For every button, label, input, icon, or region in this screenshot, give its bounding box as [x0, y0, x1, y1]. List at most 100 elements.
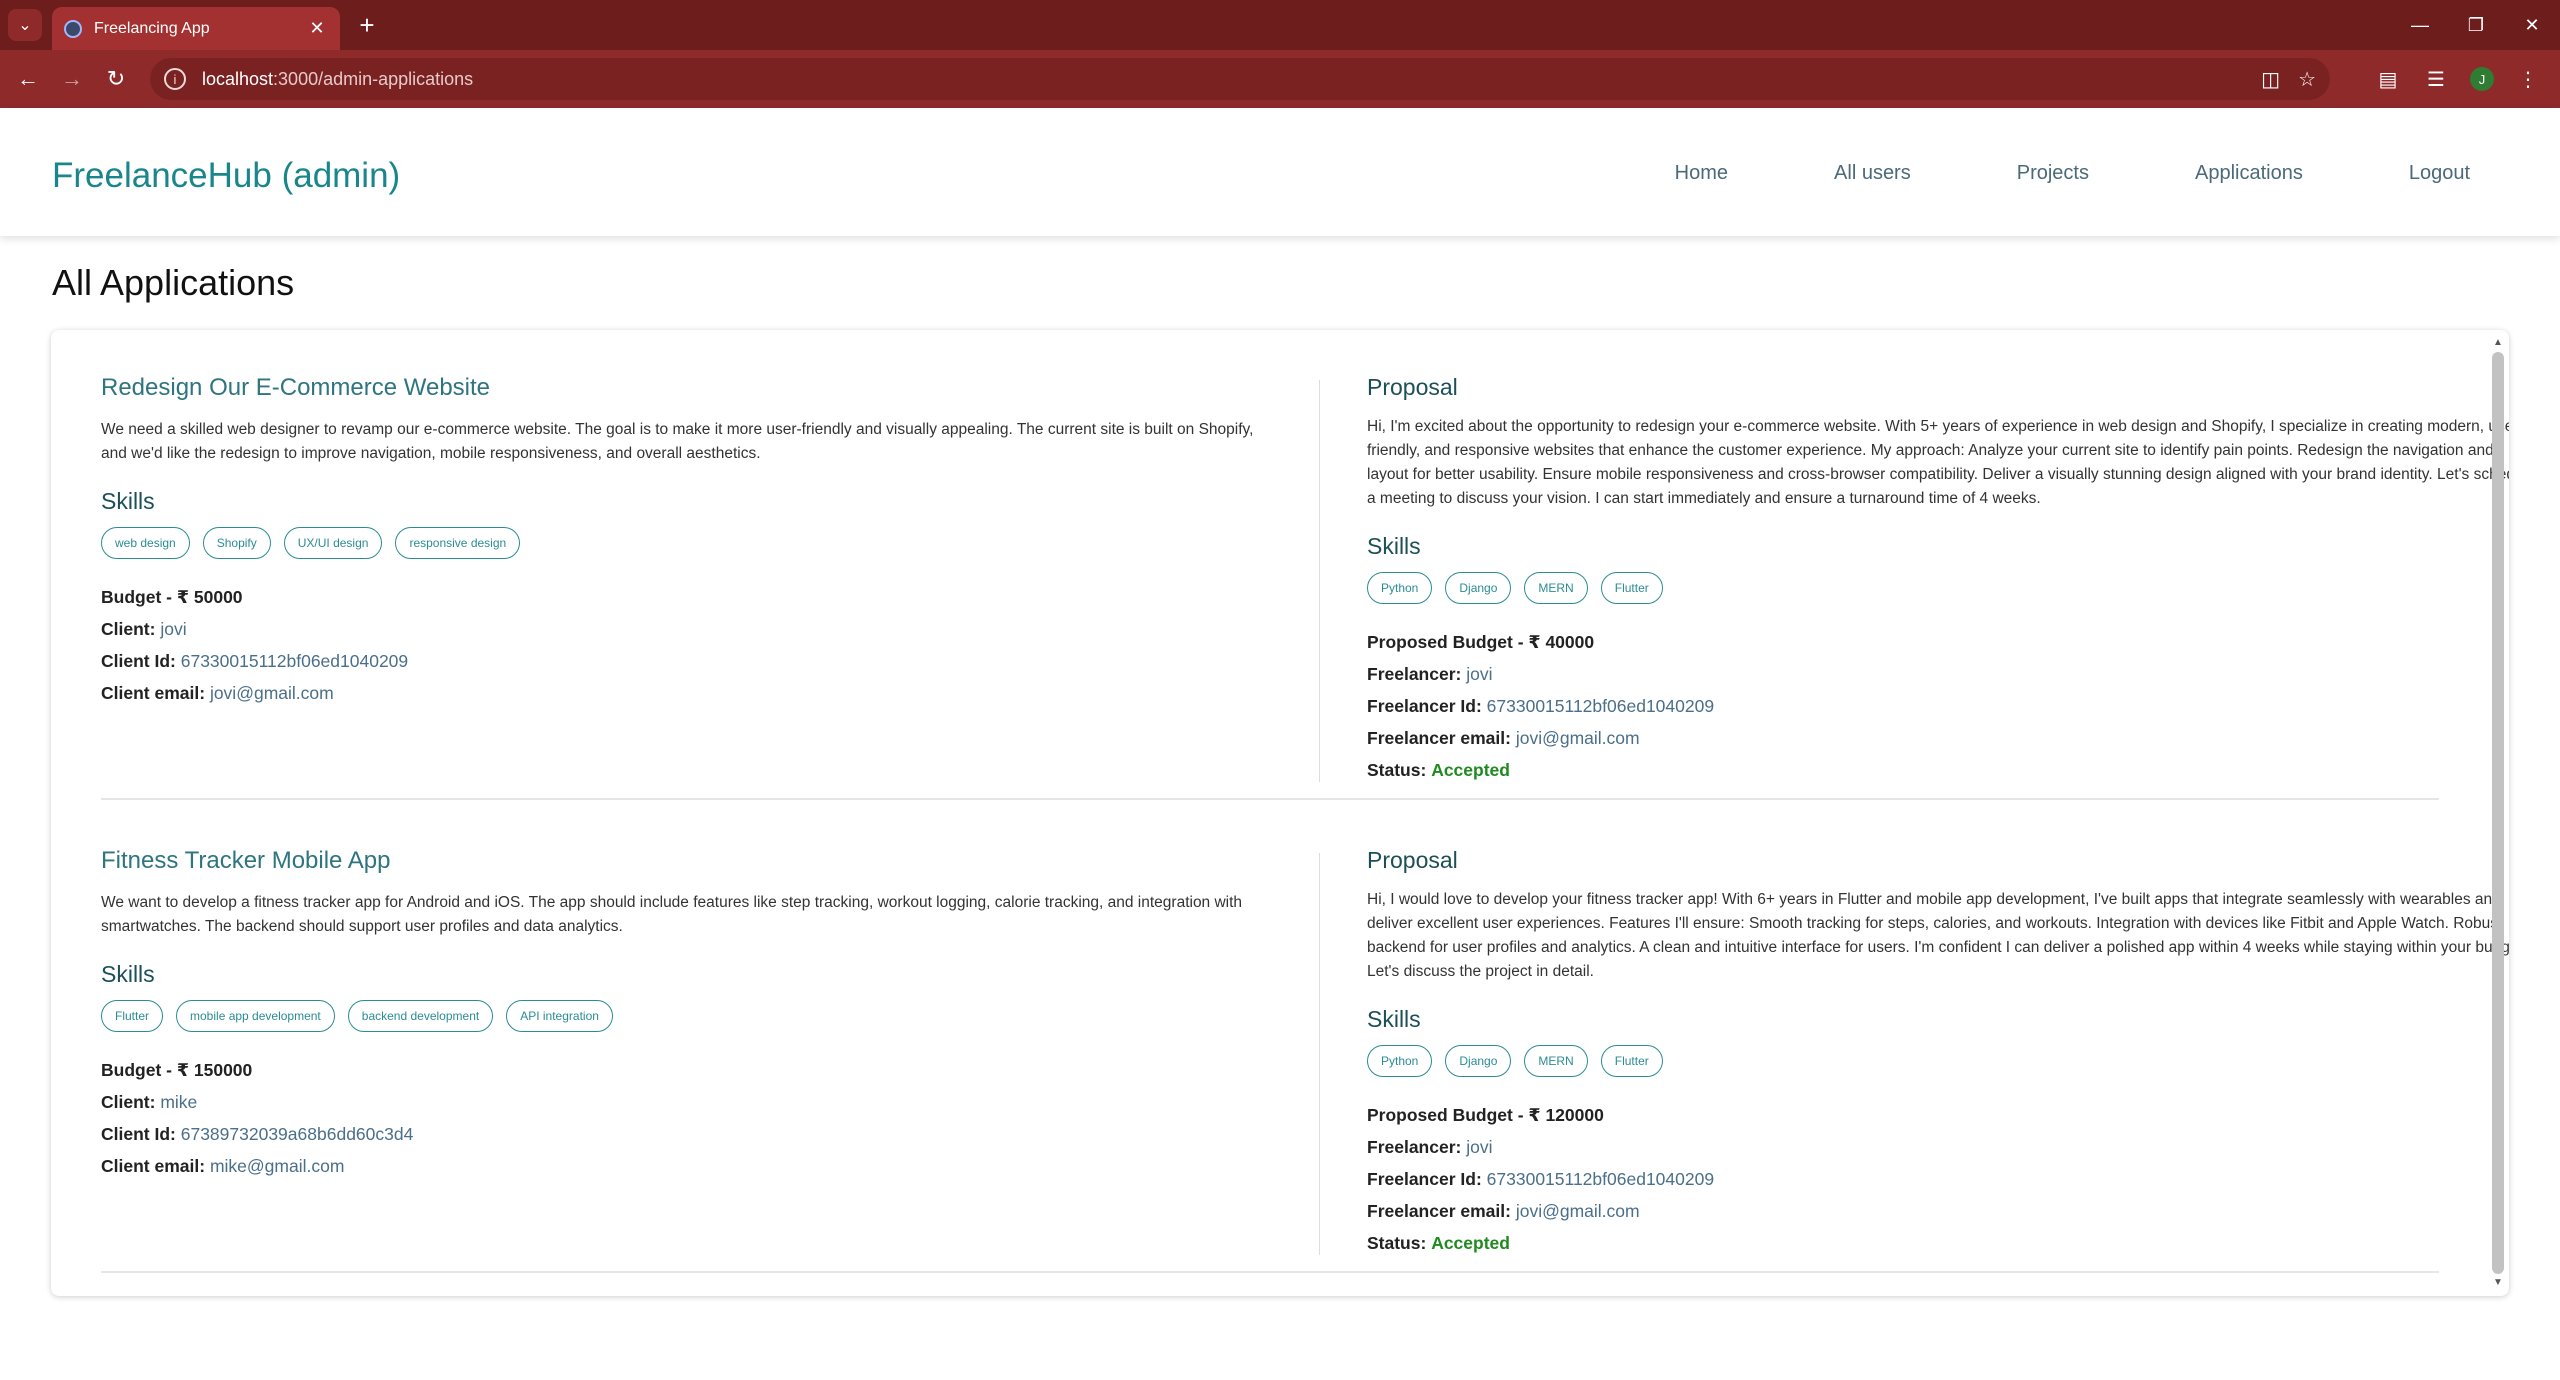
item-divider [101, 798, 2439, 800]
skill-chip: web design [101, 527, 190, 559]
client-id-row: Client Id: 67389732039a68b6dd60c3d4 [101, 1124, 414, 1144]
proposal-text: Hi, I'm excited about the opportunity to… [1367, 418, 2509, 507]
item-divider [101, 1271, 2439, 1273]
react-icon [64, 19, 82, 38]
column-divider [1319, 853, 1320, 1255]
chevron-down-icon[interactable]: ⌄ [8, 9, 42, 41]
nav-links: Home All users Projects Applications Log… [1675, 162, 2470, 185]
application-item: Fitness Tracker Mobile App We want to de… [101, 847, 2509, 1273]
puzzle-icon[interactable]: ▤ [2374, 67, 2402, 92]
proposed-budget-row: Proposed Budget - ₹ 40000 [1367, 632, 1595, 652]
skill-chip: UX/UI design [283, 527, 383, 559]
page-title: All Applications [52, 262, 295, 303]
install-icon[interactable]: ◫ [2261, 67, 2280, 92]
client-id-row: Client Id: 67330015112bf06ed1040209 [101, 651, 409, 671]
freelancer-email-row: Freelancer email: jovi@gmail.com [1367, 728, 1640, 748]
nav-logout[interactable]: Logout [2409, 162, 2470, 185]
omnibox-actions: ◫ ☆ [2261, 58, 2316, 100]
arrow-right-icon[interactable]: → [56, 63, 88, 95]
tab-strip: ⌄ Freelancing App ✕ + — ❐ ✕ [0, 0, 2560, 50]
profile-avatar[interactable]: J [2470, 67, 2494, 91]
restore-icon[interactable]: ❐ [2448, 0, 2504, 50]
project-skills: web design Shopify UX/UI design responsi… [101, 527, 1261, 559]
proposed-budget-value: 120000 [1545, 1105, 1604, 1125]
freelancer-email: jovi@gmail.com [1515, 1201, 1640, 1221]
brand-logo[interactable]: FreelanceHub (admin) [52, 156, 400, 196]
project-title: Redesign Our E-Commerce Website [101, 374, 491, 401]
freelancer-id-row: Freelancer Id: 67330015112bf06ed1040209 [1367, 1169, 1715, 1189]
proposal-heading: Proposal [1367, 847, 1458, 873]
proposed-budget-value: 40000 [1545, 632, 1595, 652]
project-skills: Flutter mobile app development backend d… [101, 1000, 1261, 1032]
app-navbar: FreelanceHub (admin) Home All users Proj… [0, 108, 2560, 236]
budget-row: Budget - ₹ 50000 [101, 587, 243, 607]
window-close-icon[interactable]: ✕ [2504, 0, 2560, 50]
reload-icon[interactable]: ↻ [100, 63, 132, 95]
scroll-thumb[interactable] [2492, 352, 2504, 1274]
skill-chip: responsive design [395, 527, 521, 559]
skill-chip: backend development [347, 1000, 494, 1032]
skills-heading: Skills [101, 961, 155, 987]
minimize-icon[interactable]: — [2392, 0, 2448, 50]
column-divider [1319, 380, 1320, 782]
nav-home[interactable]: Home [1675, 162, 1728, 185]
client-email-row: Client email: mike@gmail.com [101, 1156, 345, 1176]
skill-chip: Flutter [1600, 1045, 1663, 1077]
application-item: Redesign Our E-Commerce Website We need … [101, 374, 2509, 800]
media-icon[interactable]: ☰ [2422, 67, 2450, 92]
client-email-row: Client email: jovi@gmail.com [101, 683, 334, 703]
star-icon[interactable]: ☆ [2298, 67, 2316, 92]
address-bar[interactable]: i localhost:3000/admin-applications ◫ ☆ [150, 58, 2330, 100]
arrow-left-icon[interactable]: ← [12, 63, 44, 95]
scroll-down-icon[interactable]: ▼ [2493, 1278, 2503, 1288]
client-name: mike [160, 1092, 198, 1112]
skill-chip: mobile app development [176, 1000, 335, 1032]
nav-projects[interactable]: Projects [2017, 162, 2089, 185]
client-email: jovi@gmail.com [209, 683, 334, 703]
nav-applications[interactable]: Applications [2195, 162, 2303, 185]
project-details: Redesign Our E-Commerce Website We need … [101, 374, 1261, 709]
plus-icon[interactable]: + [352, 10, 382, 40]
budget-value: 150000 [193, 1060, 253, 1080]
client-row: Client: mike [101, 1092, 198, 1112]
status-row: Status: Accepted [1367, 760, 1510, 780]
skill-chip: Django [1445, 572, 1512, 604]
scrollbar[interactable]: ▲ ▼ [2491, 338, 2505, 1288]
status-badge: Accepted [1431, 1233, 1510, 1253]
proposal-text: Hi, I would love to develop your fitness… [1367, 891, 2509, 980]
tab-title: Freelancing App [94, 19, 210, 37]
freelancer-skills: Python Django MERN Flutter [1367, 1045, 2509, 1077]
info-icon[interactable]: i [164, 68, 186, 90]
skill-chip: Python [1367, 572, 1433, 604]
client-id: 67330015112bf06ed1040209 [180, 651, 409, 671]
nav-all-users[interactable]: All users [1834, 162, 1911, 185]
kebab-icon[interactable]: ⋮ [2514, 67, 2542, 92]
browser-tab[interactable]: Freelancing App ✕ [52, 7, 340, 50]
skill-chip: Python [1367, 1045, 1433, 1077]
close-icon[interactable]: ✕ [306, 18, 328, 39]
skills-heading: Skills [1367, 1006, 1421, 1032]
client-email: mike@gmail.com [209, 1156, 345, 1176]
scroll-up-icon[interactable]: ▲ [2493, 338, 2503, 348]
project-description: We want to develop a fitness tracker app… [101, 894, 1243, 935]
url-host: localhost [202, 68, 274, 89]
skill-chip: MERN [1524, 572, 1588, 604]
project-title: Fitness Tracker Mobile App [101, 847, 391, 874]
proposal-details: Proposal Hi, I'm excited about the oppor… [1367, 374, 2509, 786]
freelancer-row: Freelancer: jovi [1367, 1137, 1493, 1157]
browser-toolbar: ← → ↻ i localhost:3000/admin-application… [0, 50, 2560, 108]
freelancer-email-row: Freelancer email: jovi@gmail.com [1367, 1201, 1640, 1221]
skill-chip: API integration [506, 1000, 613, 1032]
proposed-budget-row: Proposed Budget - ₹ 120000 [1367, 1105, 1604, 1125]
freelancer-row: Freelancer: jovi [1367, 664, 1493, 684]
freelancer-skills: Python Django MERN Flutter [1367, 572, 2509, 604]
budget-value: 50000 [193, 587, 243, 607]
applications-list[interactable]: Redesign Our E-Commerce Website We need … [51, 330, 2509, 1296]
freelancer-name: jovi [1466, 664, 1493, 684]
status-badge: Accepted [1431, 760, 1510, 780]
freelancer-name: jovi [1466, 1137, 1493, 1157]
skills-heading: Skills [1367, 533, 1421, 559]
status-row: Status: Accepted [1367, 1233, 1510, 1253]
client-id: 67389732039a68b6dd60c3d4 [180, 1124, 414, 1144]
freelancer-email: jovi@gmail.com [1515, 728, 1640, 748]
